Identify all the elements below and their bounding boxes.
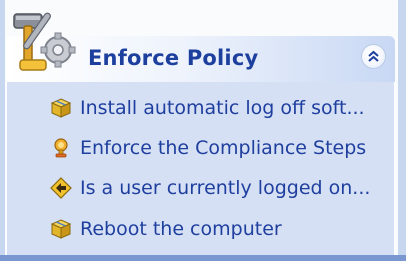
trophy-icon <box>54 138 68 158</box>
panel-title: Enforce Policy <box>88 46 259 70</box>
bottom-frame <box>0 255 406 261</box>
tools-icon <box>13 12 76 71</box>
left-frame <box>0 0 5 261</box>
task-install-log-off[interactable]: Install automatic log off soft... <box>80 97 365 119</box>
package-icon <box>50 98 72 118</box>
task-enforce-compliance[interactable]: Enforce the Compliance Steps <box>80 137 366 159</box>
double-chevron-up-icon <box>368 50 379 62</box>
diamond-arrow-icon <box>50 177 72 199</box>
right-frame <box>398 0 406 261</box>
task-reboot-computer[interactable]: Reboot the computer <box>80 218 282 240</box>
package-icon <box>50 219 72 239</box>
collapse-button[interactable] <box>361 44 386 69</box>
task-user-logged-on[interactable]: Is a user currently logged on... <box>80 177 370 199</box>
